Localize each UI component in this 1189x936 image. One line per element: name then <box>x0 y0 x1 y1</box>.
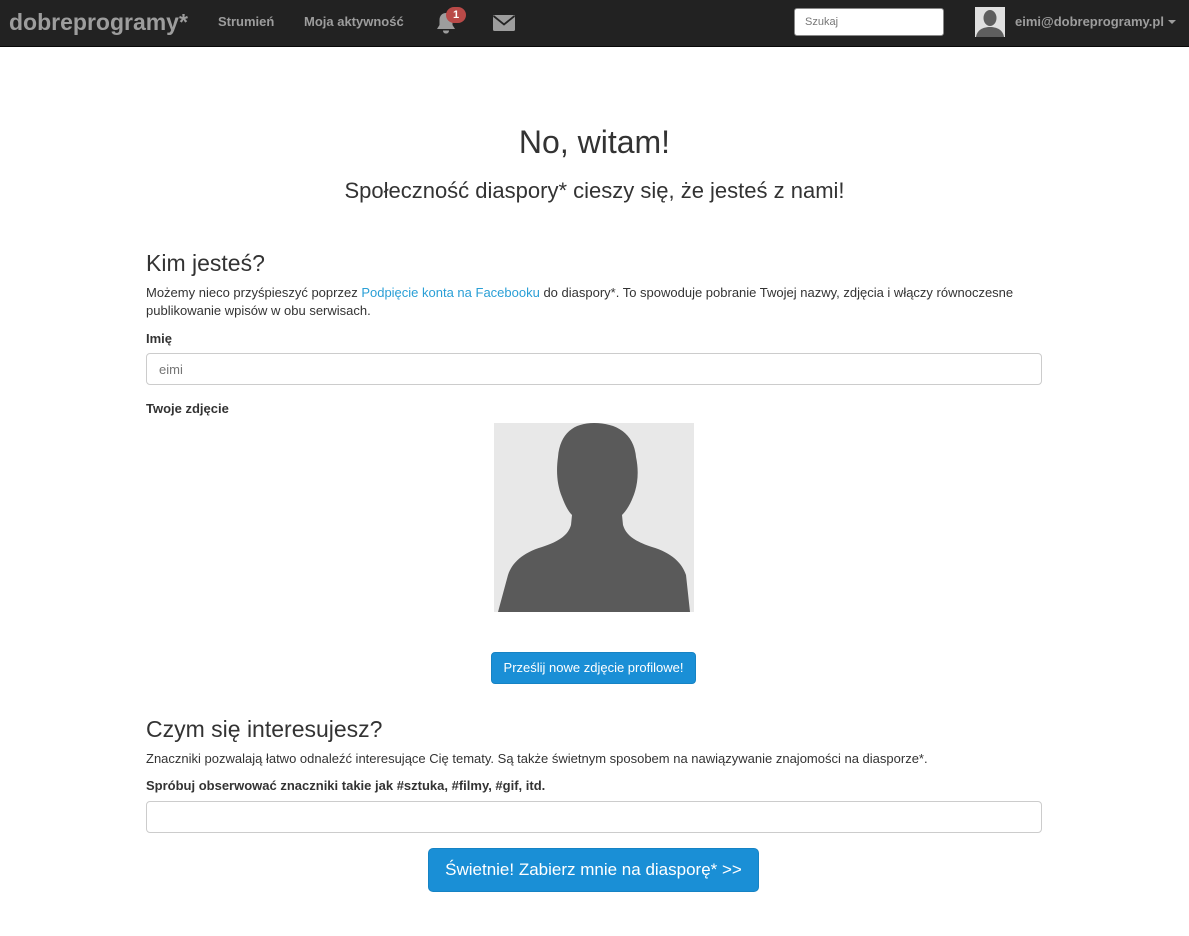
notifications-count-badge[interactable]: 1 <box>446 7 466 23</box>
user-menu-name[interactable]: eimi@dobreprogramy.pl <box>1015 14 1164 30</box>
section-heading-interests: Czym się interesujesz? <box>146 716 383 742</box>
nav-link-my-activity[interactable]: Moja aktywność <box>304 14 404 30</box>
photo-label: Twoje zdjęcie <box>146 401 229 416</box>
intro-text-before: Możemy nieco przyśpieszyć poprzez <box>146 285 362 300</box>
user-avatar[interactable] <box>975 7 1005 37</box>
caret-down-icon[interactable] <box>1168 20 1176 24</box>
upload-photo-button[interactable]: Prześlij nowe zdjęcie profilowe! <box>491 652 696 684</box>
top-navbar: dobreprogramy* Strumień Moja aktywność 1… <box>0 0 1189 47</box>
search-input[interactable] <box>794 8 944 36</box>
brand-logo[interactable]: dobreprogramy* <box>9 8 188 36</box>
page-title: No, witam! <box>518 124 671 160</box>
facebook-connect-link[interactable]: Podpięcie konta na Facebooku <box>361 285 540 300</box>
facebook-connect-intro: Możemy nieco przyśpieszyć poprzez Podpię… <box>146 284 1042 320</box>
tags-input[interactable] <box>146 801 1042 833</box>
name-label: Imię <box>146 331 173 346</box>
mail-icon[interactable] <box>492 15 516 31</box>
nav-link-stream[interactable]: Strumień <box>218 14 274 30</box>
tags-intro: Znaczniki pozwalają łatwo odnaleźć inter… <box>146 751 928 766</box>
section-heading-who-are-you: Kim jesteś? <box>146 250 265 276</box>
name-input[interactable] <box>146 353 1042 385</box>
profile-photo <box>494 423 694 612</box>
page-subtitle: Społeczność diaspory* cieszy się, że jes… <box>344 178 845 203</box>
tags-label: Spróbuj obserwować znaczniki takie jak #… <box>146 778 546 793</box>
continue-button[interactable]: Świetnie! Zabierz mnie na diasporę* >> <box>428 848 759 892</box>
